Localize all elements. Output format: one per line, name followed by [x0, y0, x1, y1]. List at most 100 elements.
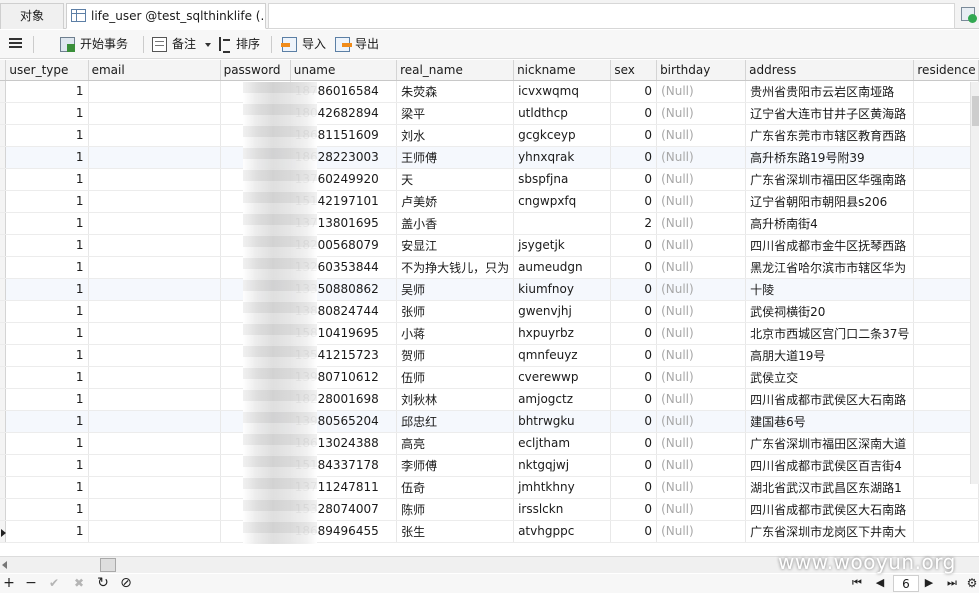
cell-sex[interactable]: 0: [610, 300, 658, 323]
table-row[interactable]: 1 18200568079 安显江 jsygetjk 0 (Null) 四川省成都市金牛区抚…: [0, 234, 979, 257]
cell-real-name[interactable]: 伍奇: [396, 476, 515, 499]
cell-birthday[interactable]: (Null): [656, 168, 747, 191]
cell-sex[interactable]: 0: [610, 80, 658, 103]
column-header-user-type[interactable]: user_type: [5, 60, 89, 81]
cell-nickname[interactable]: atvhgppc: [513, 520, 612, 543]
column-header-birthday[interactable]: birthday: [656, 60, 747, 81]
cell-real-name[interactable]: 刘秋林: [396, 388, 515, 411]
cell-real-name[interactable]: 张师: [396, 300, 515, 323]
cell-birthday[interactable]: (Null): [656, 366, 747, 389]
cell-nickname[interactable]: icvxwqmq: [513, 80, 612, 103]
cell-sex[interactable]: 0: [610, 278, 658, 301]
cell-email[interactable]: [88, 366, 221, 389]
cell-nickname[interactable]: irsslckn: [513, 498, 612, 521]
cell-nickname[interactable]: cngwpxfq: [513, 190, 612, 213]
table-row[interactable]: 1 13760249920 天 sbspfjna 0 (Null) 广东省深圳市福田区华强南…: [0, 168, 979, 191]
vertical-scrollbar[interactable]: [970, 82, 979, 484]
cell-user-type[interactable]: 1: [5, 520, 89, 543]
cell-user-type[interactable]: 1: [5, 256, 89, 279]
column-header-sex[interactable]: sex: [610, 60, 658, 81]
cell-address[interactable]: 四川省成都市武侯区大石南路: [745, 498, 915, 521]
cell-nickname[interactable]: nktgqjwj: [513, 454, 612, 477]
cell-residence[interactable]: [913, 410, 979, 433]
cell-residence[interactable]: [913, 190, 979, 213]
cell-address[interactable]: 武侯立交: [745, 366, 915, 389]
cell-birthday[interactable]: (Null): [656, 454, 747, 477]
cell-birthday[interactable]: (Null): [656, 498, 747, 521]
cell-real-name[interactable]: 天: [396, 168, 515, 191]
cell-birthday[interactable]: (Null): [656, 102, 747, 125]
cell-birthday[interactable]: (Null): [656, 146, 747, 169]
cell-user-type[interactable]: 1: [5, 366, 89, 389]
table-row[interactable]: 1 15184337178 李师傅 nktgqjwj 0 (Null) 四川省成都市武侯区百…: [0, 454, 979, 477]
add-record-icon[interactable]: [960, 6, 978, 24]
cell-birthday[interactable]: (Null): [656, 256, 747, 279]
cell-residence[interactable]: [913, 432, 979, 455]
cell-sex[interactable]: 0: [610, 476, 658, 499]
cell-nickname[interactable]: gcgkceyp: [513, 124, 612, 147]
last-page-icon[interactable]: ⏭: [945, 576, 959, 590]
cell-birthday[interactable]: (Null): [656, 124, 747, 147]
cell-birthday[interactable]: (Null): [656, 212, 747, 235]
cell-sex[interactable]: 0: [610, 520, 658, 543]
cell-residence[interactable]: [913, 388, 979, 411]
vertical-scrollbar-thumb[interactable]: [972, 96, 979, 126]
cell-user-type[interactable]: 1: [5, 278, 89, 301]
cell-birthday[interactable]: (Null): [656, 520, 747, 543]
table-row[interactable]: 1 18786016584 朱荧森 icvxwqmq 0 (Null) 贵州省贵阳市云岩区南…: [0, 80, 979, 103]
cell-address[interactable]: 广东省东莞市市辖区教育西路: [745, 124, 915, 147]
next-page-icon[interactable]: ▶: [922, 576, 936, 590]
cell-nickname[interactable]: jsygetjk: [513, 234, 612, 257]
cell-sex[interactable]: 0: [610, 234, 658, 257]
cell-address[interactable]: 武侯祠横街20: [745, 300, 915, 323]
cell-residence[interactable]: [913, 256, 979, 279]
column-header-email[interactable]: email: [88, 60, 221, 81]
column-header-residence[interactable]: residence: [913, 60, 979, 81]
table-row[interactable]: 1 18228001698 刘秋林 amjogctz 0 (Null) 四川省成都市武侯区大…: [0, 388, 979, 411]
cell-user-type[interactable]: 1: [5, 476, 89, 499]
cell-email[interactable]: [88, 102, 221, 125]
cell-address[interactable]: 湖北省武汉市武昌区东湖路1: [745, 476, 915, 499]
delete-record-button[interactable]: −: [24, 576, 38, 590]
cell-email[interactable]: [88, 124, 221, 147]
import-button[interactable]: 导入: [281, 34, 330, 55]
table-row[interactable]: 1 18613024388 高亮 ecljtham 0 (Null) 广东省深圳市福田区深南…: [0, 432, 979, 455]
cell-address[interactable]: 辽宁省朝阳市朝阳县s206: [745, 190, 915, 213]
refresh-button[interactable]: ↻: [96, 576, 110, 590]
cell-birthday[interactable]: (Null): [656, 234, 747, 257]
cell-real-name[interactable]: 不为挣大钱儿，只为: [396, 256, 515, 279]
cell-birthday[interactable]: (Null): [656, 476, 747, 499]
table-row[interactable]: 1 18689496455 张生 atvhgppc 0 (Null) 广东省深圳市龙岗区下井…: [0, 520, 979, 543]
cell-address[interactable]: 四川省成都市金牛区抚琴西路: [745, 234, 915, 257]
cell-nickname[interactable]: hxpuyrbz: [513, 322, 612, 345]
cell-user-type[interactable]: 1: [5, 388, 89, 411]
cell-birthday[interactable]: (Null): [656, 190, 747, 213]
table-row[interactable]: 1 13713801695 盖小香 2 (Null) 高升桥南街4: [0, 212, 979, 235]
cell-email[interactable]: [88, 322, 221, 345]
cell-email[interactable]: [88, 212, 221, 235]
cell-sex[interactable]: 0: [610, 432, 658, 455]
cell-nickname[interactable]: [513, 212, 612, 235]
cell-sex[interactable]: 0: [610, 454, 658, 477]
cell-user-type[interactable]: 1: [5, 146, 89, 169]
cell-residence[interactable]: [913, 454, 979, 477]
cell-real-name[interactable]: 高亮: [396, 432, 515, 455]
cell-address[interactable]: 辽宁省大连市甘井子区黄海路: [745, 102, 915, 125]
cell-sex[interactable]: 2: [610, 212, 658, 235]
cell-sex[interactable]: 0: [610, 124, 658, 147]
cell-residence[interactable]: [913, 80, 979, 103]
cell-address[interactable]: 广东省深圳市福田区深南大道: [745, 432, 915, 455]
cell-email[interactable]: [88, 476, 221, 499]
cell-user-type[interactable]: 1: [5, 300, 89, 323]
cell-nickname[interactable]: utldthcp: [513, 102, 612, 125]
cell-user-type[interactable]: 1: [5, 80, 89, 103]
cell-email[interactable]: [88, 344, 221, 367]
cell-email[interactable]: [88, 256, 221, 279]
table-row[interactable]: 1 15810419695 小蒋 hxpuyrbz 0 (Null) 北京市西城区宫门口二条…: [0, 322, 979, 345]
cell-birthday[interactable]: (Null): [656, 300, 747, 323]
cell-real-name[interactable]: 王师傅: [396, 146, 515, 169]
cell-residence[interactable]: [913, 146, 979, 169]
cell-residence[interactable]: [913, 366, 979, 389]
cell-nickname[interactable]: amjogctz: [513, 388, 612, 411]
table-row[interactable]: 1 18628223003 王师傅 yhnxqrak 0 (Null) 高升桥东路19号附3…: [0, 146, 979, 169]
